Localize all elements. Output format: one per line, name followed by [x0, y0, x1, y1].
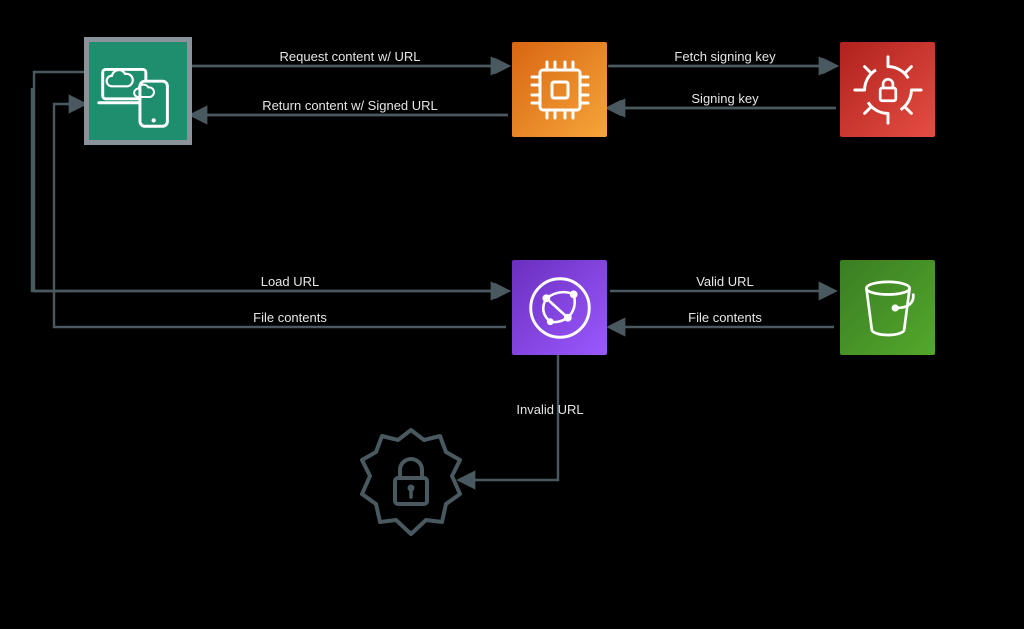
label-file-contents-left: File contents: [220, 310, 360, 325]
s3-bucket-icon: [852, 272, 924, 344]
label-valid-url: Valid URL: [665, 274, 785, 289]
cloudfront-icon: [521, 269, 599, 347]
label-request-content: Request content w/ URL: [230, 49, 470, 64]
label-load-url: Load URL: [230, 274, 350, 289]
client-node: [84, 37, 192, 145]
access-denied-node: [356, 422, 466, 542]
s3-node: [840, 260, 935, 355]
compute-chip-icon: [525, 55, 595, 125]
compute-node: [512, 42, 607, 137]
architecture-diagram: Request content w/ URL Return content w/…: [0, 0, 1024, 629]
access-denied-shield-icon: [356, 422, 466, 542]
secrets-node: [840, 42, 935, 137]
label-return-content: Return content w/ Signed URL: [210, 98, 490, 113]
secrets-manager-icon: [849, 51, 927, 129]
client-devices-icon: [89, 42, 187, 140]
label-file-contents-right: File contents: [655, 310, 795, 325]
label-invalid-url: Invalid URL: [480, 402, 620, 417]
cloudfront-node: [512, 260, 607, 355]
label-signing-key: Signing key: [660, 91, 790, 106]
label-fetch-key: Fetch signing key: [650, 49, 800, 64]
